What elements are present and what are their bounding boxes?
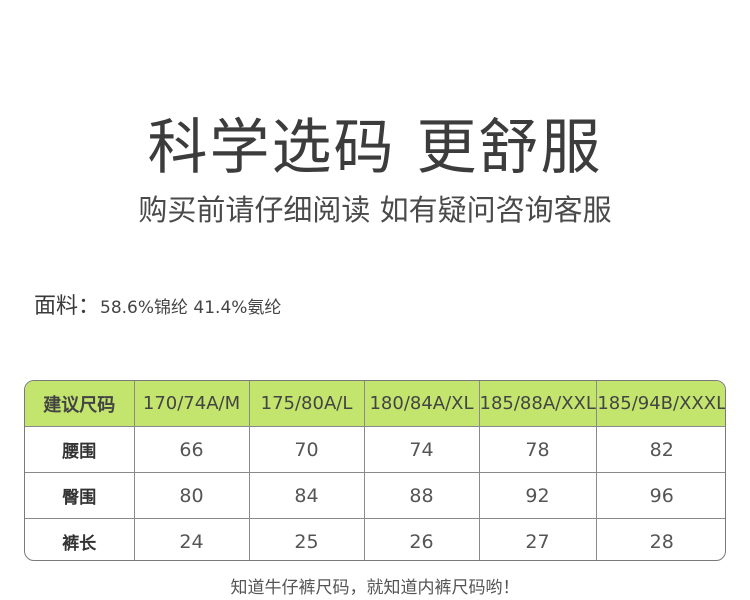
table-cell: 66 <box>134 426 250 473</box>
page-title: 科学选码 更舒服 <box>147 113 603 183</box>
table-cell: 24 <box>134 518 250 560</box>
table-row: 臀围 80 84 88 92 96 <box>25 472 725 519</box>
table-cell: 26 <box>364 518 480 560</box>
size-table: 建议尺码 170/74A/M 175/80A/L 180/84A/XL 185/… <box>24 380 726 561</box>
table-cell: 96 <box>596 472 725 519</box>
table-cell: 28 <box>649 530 674 553</box>
fabric-value: 58.6%锦纶 41.4%氨纶 <box>100 298 282 318</box>
table-header-cell: 185/88A/XXL <box>479 381 597 427</box>
table-header-cell: 175/80A/L <box>249 381 365 427</box>
row-label: 裤长 <box>25 518 135 560</box>
table-cell: 80 <box>134 472 250 519</box>
table-header-cell: 185/94B/XXXL <box>596 381 725 427</box>
table-cell: 27 <box>479 518 597 560</box>
table-header-row: 建议尺码 170/74A/M 175/80A/L 180/84A/XL 185/… <box>25 381 725 427</box>
table-header-cell: 170/74A/M <box>134 381 250 427</box>
fabric-label: 面料： <box>34 294 101 319</box>
page-subtitle: 购买前请仔细阅读 如有疑问咨询客服 <box>138 193 612 227</box>
footer-note: 知道牛仔裤尺码，就知道内裤尺码哟！ <box>230 578 520 598</box>
table-cell: 92 <box>479 472 597 519</box>
row-label: 臀围 <box>25 472 135 519</box>
table-cell: 78 <box>479 426 597 473</box>
table-cell: 25 <box>249 518 365 560</box>
fabric-info: 面料：58.6%锦纶 41.4%氨纶 <box>34 292 281 323</box>
table-cell: 82 <box>596 426 725 473</box>
table-cell: 70 <box>249 426 365 473</box>
table-header-cell: 建议尺码 <box>25 381 135 427</box>
table-cell: 84 <box>249 472 365 519</box>
row-label: 腰围 <box>25 426 135 473</box>
table-cell: 88 <box>364 472 480 519</box>
table-row: 裤长 24 25 26 27 28 <box>25 518 725 560</box>
table-header-cell: 180/84A/XL <box>364 381 480 427</box>
table-cell: 74 <box>364 426 480 473</box>
table-row: 腰围 66 70 74 78 82 <box>25 426 725 473</box>
